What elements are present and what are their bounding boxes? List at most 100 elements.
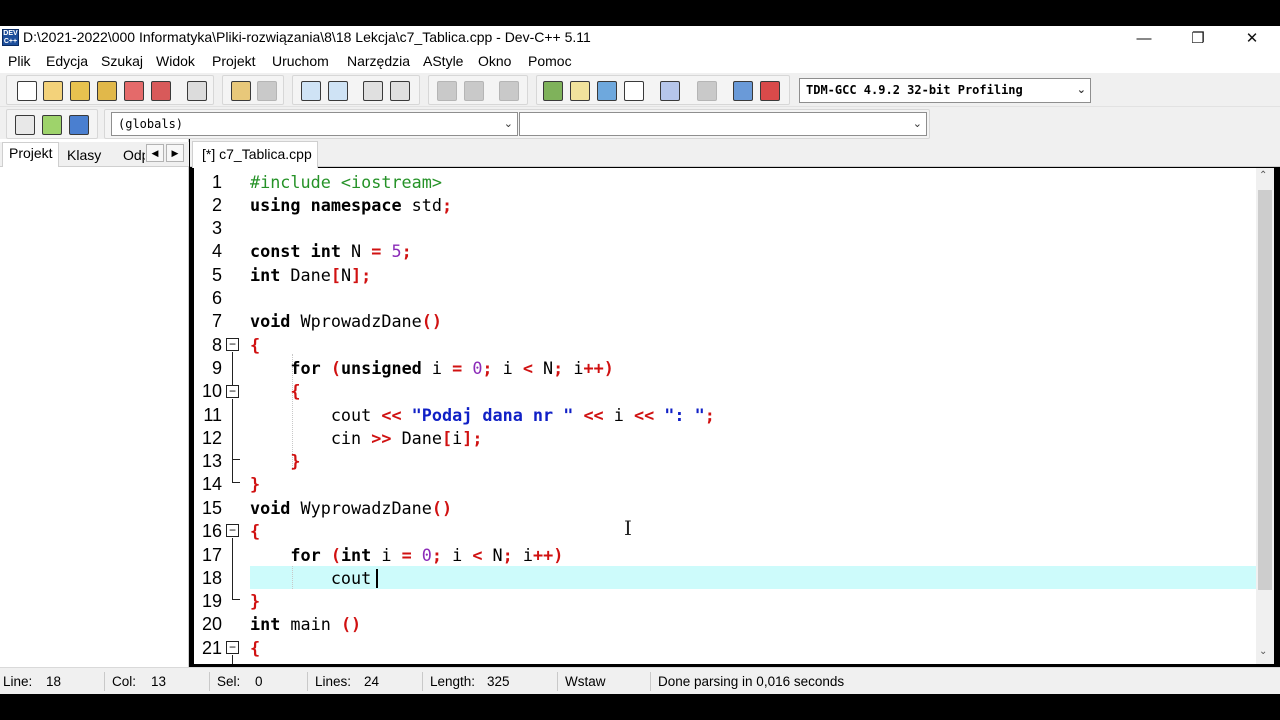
- chart-icon[interactable]: [733, 81, 753, 101]
- check-icon[interactable]: [660, 81, 680, 101]
- line-number: 11: [203, 405, 222, 425]
- fold-collapse-icon[interactable]: −: [226, 641, 239, 654]
- window-title: D:\2021-2022\000 Informatyka\Pliki-rozwi…: [23, 29, 591, 45]
- code-line-19: }: [250, 591, 261, 611]
- navigation-toolbar-group: [6, 109, 98, 139]
- fold-collapse-icon[interactable]: −: [226, 338, 239, 351]
- line-number: 18: [201, 568, 222, 588]
- tab-scroll-right-icon[interactable]: ▶: [166, 144, 184, 162]
- close-button[interactable]: ✕: [1229, 26, 1275, 50]
- line-number: 4: [211, 241, 222, 261]
- run-icon[interactable]: [464, 81, 484, 101]
- class-toolbar: (globals) ⌄ ⌄: [0, 107, 1280, 139]
- line-number: 10: [201, 381, 222, 401]
- status-separator: [422, 672, 423, 691]
- menu-edycja[interactable]: Edycja: [46, 53, 88, 69]
- print-icon[interactable]: [187, 81, 207, 101]
- new-project-icon[interactable]: [543, 81, 563, 101]
- status-separator: [209, 672, 210, 691]
- code-line-5: int Dane[N];: [250, 265, 372, 285]
- compiler-select[interactable]: TDM-GCC 4.9.2 32-bit Profiling ⌄: [799, 78, 1091, 103]
- bug-icon[interactable]: [760, 81, 780, 101]
- search-toolbar-group: [292, 75, 420, 105]
- code-line-15: void WyprowadzDane(): [250, 498, 453, 518]
- scroll-down-icon[interactable]: ⌄: [1259, 646, 1267, 657]
- scroll-up-icon[interactable]: ⌃: [1259, 170, 1267, 181]
- class-icon[interactable]: [597, 81, 617, 101]
- line-number: 2: [211, 195, 222, 215]
- line-number: 17: [201, 545, 222, 565]
- compile-run-icon[interactable]: [499, 81, 519, 101]
- add-icon[interactable]: [42, 115, 62, 135]
- new-file-icon[interactable]: [17, 81, 37, 101]
- devcpp-app-icon[interactable]: DEV C++: [2, 29, 19, 46]
- bookmark-icon[interactable]: [69, 115, 89, 135]
- tab-klasy[interactable]: Klasy: [67, 147, 101, 163]
- tab-scroll-left-icon[interactable]: ◀: [146, 144, 164, 162]
- undo-icon[interactable]: [231, 81, 251, 101]
- replace-icon[interactable]: [328, 81, 348, 101]
- fold-line: [232, 655, 233, 664]
- redo-icon[interactable]: [257, 81, 277, 101]
- project-options-icon[interactable]: [570, 81, 590, 101]
- line-number: 20: [201, 614, 222, 634]
- close-file-icon[interactable]: [124, 81, 144, 101]
- stop-icon[interactable]: [697, 81, 717, 101]
- left-panel-tabs: Projekt Klasy Odp ◀ ▶: [0, 142, 189, 167]
- line-number: 21: [201, 638, 222, 658]
- line-number: 1: [211, 172, 222, 192]
- status-length-value: 325: [487, 674, 510, 689]
- member-select[interactable]: ⌄: [519, 112, 927, 136]
- fold-line: [232, 538, 233, 599]
- tab-c7-tablica[interactable]: [*] c7_Tablica.cpp: [192, 141, 318, 168]
- status-lines-label: Lines:: [315, 674, 352, 689]
- menu-pomoc[interactable]: Pomoc: [528, 53, 572, 69]
- menu-narzedzia[interactable]: Narzędzia: [347, 53, 410, 69]
- line-number: 15: [201, 498, 222, 518]
- menu-plik[interactable]: Plik: [8, 53, 31, 69]
- tab-projekt[interactable]: Projekt: [9, 145, 53, 161]
- chevron-down-icon: ⌄: [1076, 83, 1086, 96]
- code-line-10: {: [290, 381, 301, 401]
- line-number: 16: [201, 521, 222, 541]
- tab-odpluskwianie[interactable]: Odp: [123, 147, 145, 163]
- code-line-18: cout: [250, 568, 372, 588]
- scrollbar-thumb[interactable]: [1258, 190, 1272, 590]
- editor-tab-bar: [190, 139, 1280, 167]
- menu-widok[interactable]: Widok: [156, 53, 195, 69]
- layout-icon[interactable]: [624, 81, 644, 101]
- menu-astyle[interactable]: AStyle: [423, 53, 463, 69]
- code-line-16: {: [250, 521, 261, 541]
- menu-szukaj[interactable]: Szukaj: [101, 53, 143, 69]
- line-number: 3: [211, 218, 222, 238]
- find-icon[interactable]: [301, 81, 321, 101]
- restore-button[interactable]: ❐: [1175, 26, 1221, 50]
- fold-collapse-icon[interactable]: −: [226, 385, 239, 398]
- fold-collapse-icon[interactable]: −: [226, 524, 239, 537]
- menu-okno[interactable]: Okno: [478, 53, 511, 69]
- chevron-down-icon: ⌄: [912, 117, 922, 130]
- line-number: 12: [201, 428, 222, 448]
- close-all-icon[interactable]: [151, 81, 171, 101]
- minimize-button[interactable]: —: [1121, 26, 1167, 50]
- indent-icon[interactable]: [363, 81, 383, 101]
- fold-end-marker: [232, 599, 240, 600]
- code-editor[interactable]: − − − − 1 2 3 4 5 6 7 8 9 10 11 12 13 14…: [194, 168, 1256, 664]
- status-separator: [650, 672, 651, 691]
- open-file-icon[interactable]: [43, 81, 63, 101]
- save-all-icon[interactable]: [97, 81, 117, 101]
- undo-toolbar-group: [222, 75, 284, 105]
- line-number: 13: [201, 451, 222, 471]
- status-separator: [557, 672, 558, 691]
- save-icon[interactable]: [70, 81, 90, 101]
- scope-select[interactable]: (globals) ⌄: [111, 112, 518, 136]
- menu-projekt[interactable]: Projekt: [212, 53, 256, 69]
- goto-icon[interactable]: [15, 115, 35, 135]
- scope-select-value: (globals): [118, 117, 184, 131]
- file-toolbar-group: [6, 75, 214, 105]
- compile-icon[interactable]: [437, 81, 457, 101]
- menu-uruchom[interactable]: Uruchom: [272, 53, 329, 69]
- status-lines-value: 24: [364, 674, 380, 689]
- unindent-icon[interactable]: [390, 81, 410, 101]
- line-number: 8: [211, 335, 222, 355]
